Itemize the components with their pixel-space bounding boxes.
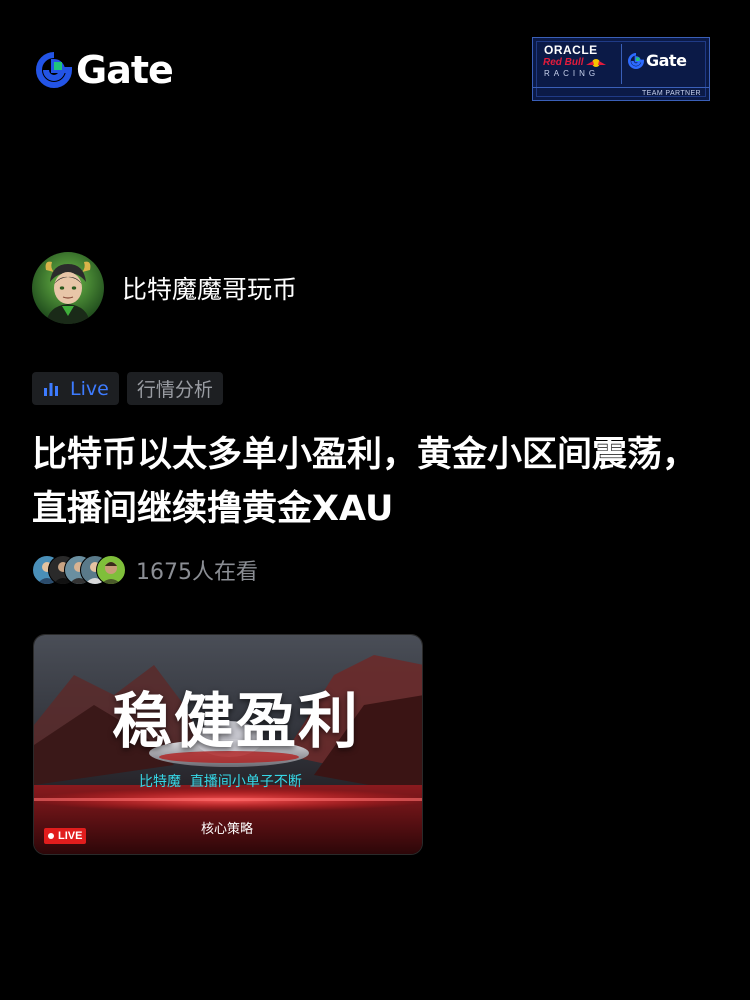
oracle-redbull-partner-badge[interactable]: ORACLE Red Bull RACING Gate TEAM PARTNER	[532, 37, 710, 101]
gate-logo-icon	[36, 52, 72, 88]
stream-tags: Live 行情分析	[32, 372, 223, 405]
team-partner-text: TEAM PARTNER	[533, 87, 709, 100]
partner-gate-logo: Gate	[628, 51, 687, 70]
bar-chart-icon	[44, 382, 58, 396]
stream-thumbnail[interactable]: 稳健盈利 比特魔 直播间小单子不断 核心策略 LIVE	[33, 634, 423, 855]
streamer-name[interactable]: 比特魔魔哥玩币	[122, 270, 297, 306]
redbull-bulls-icon	[586, 59, 606, 67]
viewer-avatar	[96, 555, 126, 585]
gate-logo[interactable]: Gate	[36, 48, 174, 92]
live-tag-label: Live	[70, 377, 109, 400]
gate-logo-text: Gate	[76, 48, 174, 92]
live-badge-label: LIVE	[58, 830, 83, 842]
thumbnail-subtitle: 比特魔 直播间小单子不断	[139, 774, 302, 790]
thumbnail-headline: 稳健盈利	[112, 687, 360, 757]
gate-small-icon	[628, 52, 644, 69]
live-dot-icon	[48, 833, 54, 839]
partner-gate-text: Gate	[646, 51, 687, 70]
stream-title[interactable]: 比特币以太多单小盈利，黄金小区间震荡，直播间继续撸黄金XAU	[32, 428, 722, 536]
category-tag[interactable]: 行情分析	[126, 372, 223, 405]
oracle-text: ORACLE	[544, 43, 598, 57]
viewer-count: 1675人在看	[136, 560, 258, 585]
avatar-demon-character-icon	[32, 252, 104, 324]
category-tag-label: 行情分析	[136, 379, 213, 401]
viewer-avatar-stack	[32, 555, 128, 585]
streamer-info[interactable]: 比特魔魔哥玩币	[32, 252, 297, 324]
racing-text: RACING	[544, 69, 600, 78]
thumbnail-caption: 核心策略	[201, 822, 254, 837]
viewer-info: 1675人在看	[32, 554, 258, 586]
redbull-text: Red Bull	[543, 57, 584, 68]
live-tag[interactable]: Live	[32, 372, 119, 405]
live-badge: LIVE	[44, 828, 87, 844]
partner-divider	[621, 44, 622, 84]
streamer-avatar[interactable]	[32, 252, 104, 324]
